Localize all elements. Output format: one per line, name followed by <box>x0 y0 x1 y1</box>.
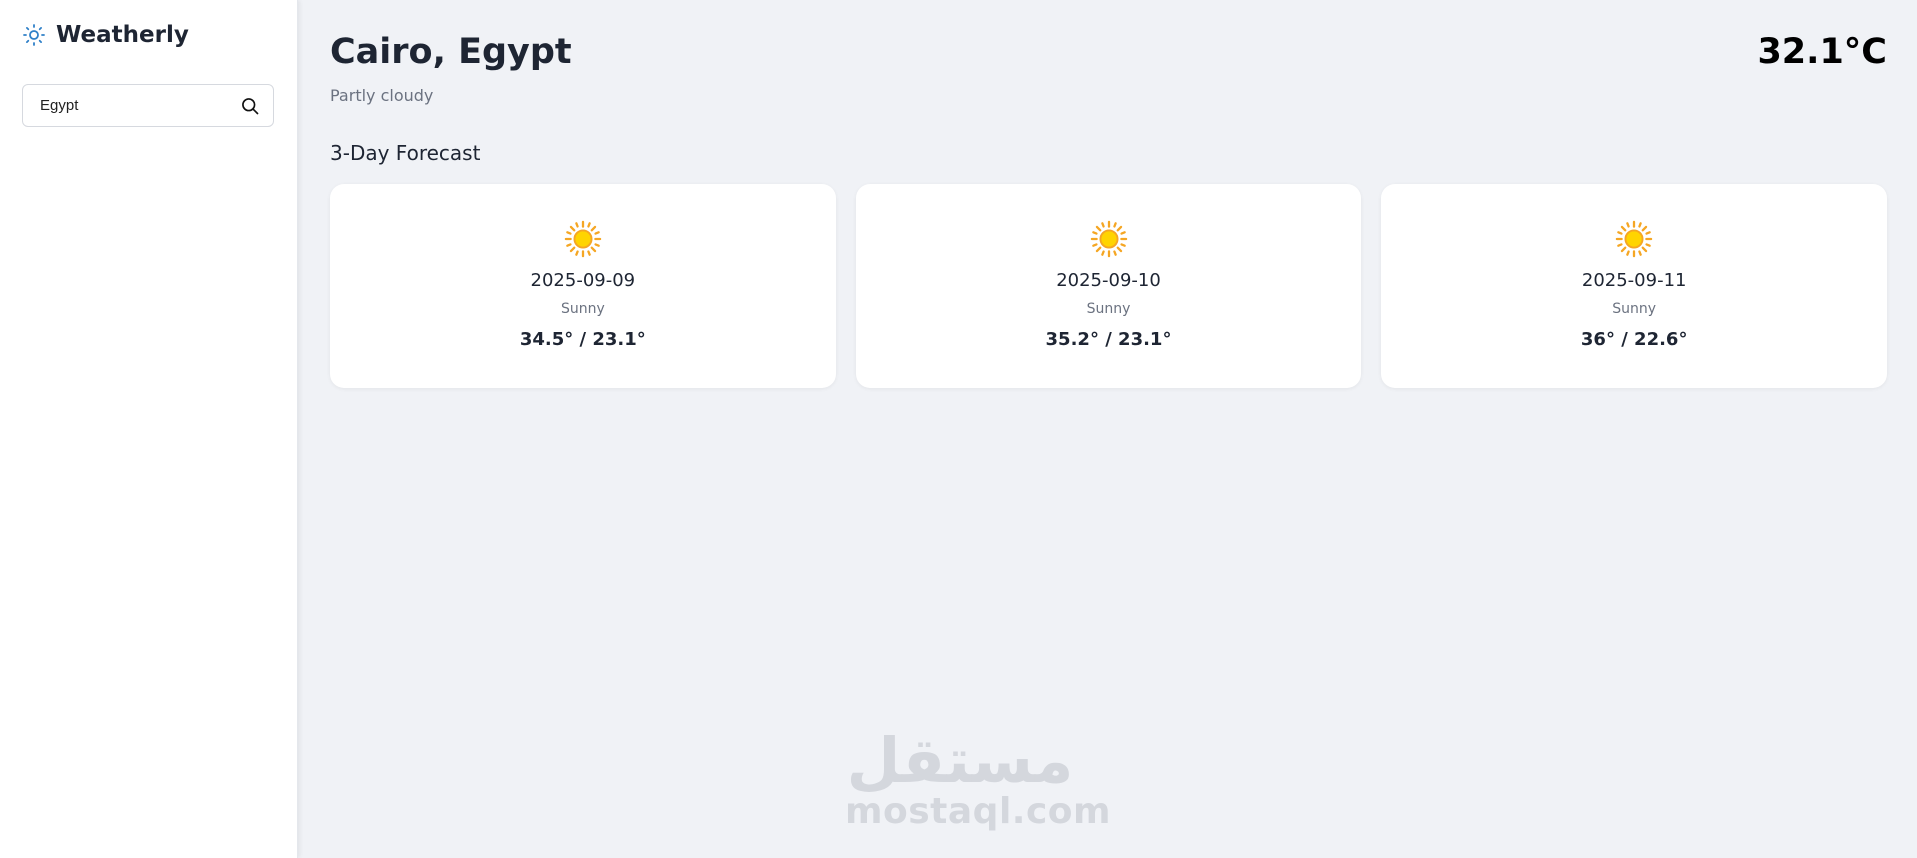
location-title: Cairo, Egypt <box>330 32 572 72</box>
forecast-condition: Sunny <box>1086 301 1131 317</box>
forecast-condition: Sunny <box>560 301 605 317</box>
sidebar: Weatherly <box>0 0 298 858</box>
forecast-temps: 34.5° / 23.1° <box>519 329 646 350</box>
sun-icon <box>1615 220 1653 258</box>
forecast-date: 2025-09-11 <box>1581 270 1687 291</box>
search-input[interactable] <box>40 97 239 114</box>
forecast-date: 2025-09-09 <box>530 270 636 291</box>
forecast-card: 2025-09-11 Sunny 36° / 22.6° <box>1381 184 1888 388</box>
app-name: Weatherly <box>56 22 189 48</box>
forecast-card: 2025-09-09 Sunny 34.5° / 23.1° <box>330 184 836 388</box>
forecast-cards: 2025-09-09 Sunny 34.5° / 23.1° 2025-09-1… <box>330 184 1888 388</box>
forecast-temps: 36° / 22.6° <box>1580 329 1688 350</box>
watermark-arabic: مستقل <box>846 724 1074 797</box>
brand[interactable]: Weatherly <box>22 22 189 48</box>
watermark-latin: mostaql.com <box>845 791 1112 832</box>
sun-icon <box>564 220 602 258</box>
search-box <box>22 84 274 127</box>
sun-icon <box>1090 220 1127 258</box>
forecast-date: 2025-09-10 <box>1056 270 1161 291</box>
current-condition: Partly cloudy <box>330 86 434 105</box>
current-temperature: 32.1°C <box>1757 32 1887 72</box>
search-icon <box>242 97 259 114</box>
main-content: Cairo, Egypt Partly cloudy 32.1°C 3-Day … <box>330 0 1888 858</box>
sun-outline-icon <box>23 24 45 46</box>
search-button[interactable] <box>239 95 261 117</box>
forecast-heading: 3-Day Forecast <box>330 141 481 165</box>
forecast-condition: Sunny <box>1612 301 1657 317</box>
forecast-card: 2025-09-10 Sunny 35.2° / 23.1° <box>855 184 1362 388</box>
forecast-temps: 35.2° / 23.1° <box>1045 329 1172 350</box>
watermark: مستقل mostaql.com <box>845 724 1112 832</box>
